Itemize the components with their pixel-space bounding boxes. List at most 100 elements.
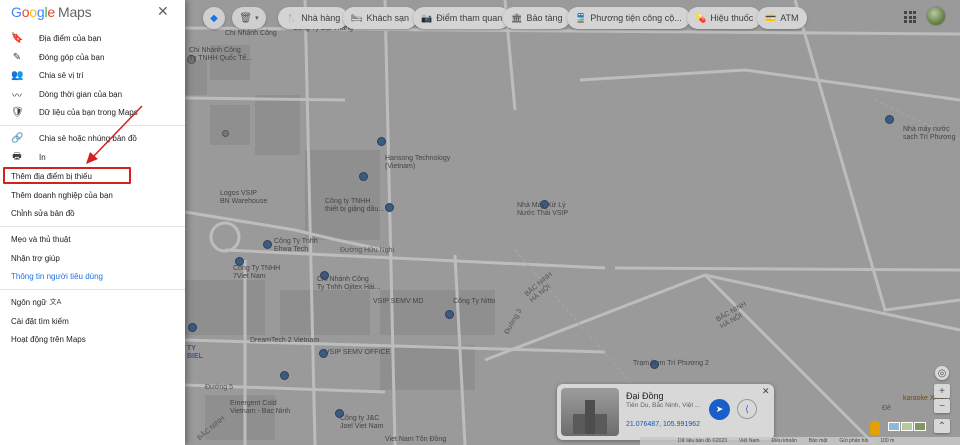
menu-label: In (39, 152, 46, 162)
chip-atm[interactable]: 💳 ATM (757, 7, 807, 29)
pegman-icon[interactable] (870, 421, 880, 435)
print-icon: 🖶 (12, 150, 22, 162)
directions-button[interactable]: ◆ (203, 7, 225, 29)
apps-grid-icon[interactable] (904, 11, 916, 23)
map-label: Chi Nhánh Công Ty TNHH Quốc Tế... (189, 47, 253, 62)
menu-label: Đóng góp của bạn (39, 52, 105, 62)
chip-attractions[interactable]: 📷 Điểm tham quan (413, 7, 511, 29)
map-label: Emergent Cold Vietnam - Bac Ninh (230, 400, 291, 415)
menu-timeline[interactable]: 〰 Dòng thời gian của bạn (0, 85, 185, 103)
zoom-out-button[interactable]: − (934, 399, 950, 413)
logo-maps-text: Maps (58, 4, 92, 20)
sidebar-menu: Google Maps ✕ 🔖 Địa điểm của bạn ✎ Đóng góp… (0, 0, 185, 445)
map-pin-icon[interactable] (222, 130, 229, 137)
close-icon[interactable]: ✕ (762, 386, 770, 397)
map-label: Chi Nhánh Công (225, 30, 277, 37)
map-label: Trạm bơm Trí Phương 2 (633, 360, 709, 367)
transit-icon: 🚆 (575, 12, 587, 23)
scale-label[interactable]: 100 m (880, 438, 894, 444)
map-label: Viet Nam Tôn Đồng (385, 436, 447, 443)
layer-tile[interactable] (901, 422, 913, 431)
map-canvas[interactable]: Chi Nhánh Công Ty TNHH Quốc Tế... Hanson… (185, 0, 960, 445)
expand-icon[interactable]: ⌃ (934, 419, 950, 433)
place-address: Tiên Du, Bắc Ninh, Việt ... (626, 402, 701, 409)
avatar[interactable] (926, 6, 946, 26)
menu-label: Cài đặt tìm kiếm (11, 316, 69, 326)
chip-restaurants[interactable]: 🍴 Nhà hàng (278, 7, 349, 29)
chip-transit[interactable]: 🚆 Phương tiện công cộ... (567, 7, 690, 29)
restaurant-icon: 🍴 (286, 12, 298, 23)
map-label: Hansong Technology (Vietnam) (385, 155, 451, 170)
translate-icon: 文A (49, 299, 62, 306)
footer-feedback-link[interactable]: Gửi phản hồi (839, 438, 868, 444)
place-card[interactable]: Đại Đồng Tiên Du, Bắc Ninh, Việt ... 21.… (557, 384, 774, 440)
google-maps-logo[interactable]: Google Maps (11, 4, 92, 20)
chip-pharmacy[interactable]: 💊 Hiệu thuốc (687, 7, 762, 29)
menu-edit-map[interactable]: Chỉnh sửa bản đồ (0, 204, 185, 222)
map-pin-icon[interactable] (385, 203, 394, 212)
map-label: Logos VSIP BN Warehouse (220, 190, 268, 205)
menu-label: Thông tin người tiêu dùng (11, 271, 103, 281)
hotel-icon: 🛏 (351, 12, 363, 23)
map-pin-icon[interactable] (377, 137, 386, 146)
highlight-box (3, 167, 131, 184)
layers-dropdown[interactable]: 🗑 ▾ (232, 7, 266, 29)
menu-consumer-info[interactable]: Thông tin người tiêu dùng (0, 267, 185, 285)
footer-terms-link[interactable]: Điều khoản (772, 438, 797, 444)
chip-label: Nhà hàng (301, 13, 341, 23)
menu-contributions[interactable]: ✎ Đóng góp của bạn (0, 48, 185, 66)
trash-icon: 🗑 (239, 12, 253, 24)
chip-museums[interactable]: 🏛 Bảo tàng (503, 7, 571, 29)
map-pin-icon[interactable] (188, 323, 197, 332)
menu-add-business[interactable]: Thêm doanh nghiệp của bạn (0, 186, 185, 204)
data-shield-icon: 🛡 (11, 106, 24, 118)
chip-label: Điểm tham quan (436, 13, 503, 23)
layer-tile[interactable] (914, 422, 926, 431)
menu-location-sharing[interactable]: 👥 Chia sẻ vị trí (0, 66, 185, 84)
map-label: Chi Nhánh Công Ty Tnhh Ojitex Hải... (317, 276, 381, 291)
chip-label: Bảo tàng (526, 13, 563, 23)
menu-your-places[interactable]: 🔖 Địa điểm của bạn (0, 29, 185, 47)
layer-tiles[interactable] (888, 422, 926, 431)
pharmacy-icon: 💊 (695, 12, 707, 23)
layer-tile[interactable] (888, 422, 900, 431)
map-pin-icon[interactable] (359, 172, 368, 181)
link-icon: 🔗 (11, 132, 24, 144)
chip-hotels[interactable]: 🛏 Khách sạn (343, 7, 417, 29)
place-coordinates[interactable]: 21.076487, 105.991962 (626, 421, 700, 428)
map-pin-icon[interactable] (280, 371, 289, 380)
divider (0, 125, 185, 126)
map-label: Công ty TNHH thiết bị giặng dầu... (325, 198, 385, 213)
map-label: Công Ty Nitto (453, 298, 496, 305)
chip-label: Hiệu thuốc (710, 13, 754, 23)
menu-maps-activity[interactable]: Hoạt động trên Maps (0, 330, 185, 348)
zoom-in-button[interactable]: + (934, 384, 950, 398)
directions-icon: ◆ (210, 12, 218, 24)
map-label: VSIP SEMV OFFICE (325, 349, 391, 356)
map-pin-icon[interactable] (263, 240, 272, 249)
map-pin-icon[interactable] (445, 310, 454, 319)
chip-label: ATM (780, 13, 799, 23)
menu-print[interactable]: 🖶 In (0, 148, 185, 166)
close-icon[interactable]: ✕ (157, 3, 169, 20)
menu-search-settings[interactable]: Cài đặt tìm kiếm (0, 312, 185, 330)
place-title: Đại Đồng (626, 391, 664, 401)
my-location-icon[interactable]: ◎ (935, 366, 949, 380)
share-icon[interactable]: ⟨ (737, 399, 757, 419)
menu-share-embed[interactable]: 🔗 Chia sẻ hoặc nhúng bản đồ (0, 129, 185, 147)
footer-region[interactable]: Việt Nam (739, 438, 759, 444)
menu-language[interactable]: Ngôn ngữ 文A (0, 293, 185, 311)
map-pin-icon[interactable] (885, 115, 894, 124)
menu-label: Mẹo và thủ thuật (11, 234, 71, 244)
menu-your-data[interactable]: 🛡 Dữ liệu của bạn trong Maps (0, 103, 185, 121)
menu-tips[interactable]: Mẹo và thủ thuật (0, 230, 185, 248)
atm-icon: 💳 (765, 12, 777, 23)
contribute-icon: ✎ (12, 51, 22, 63)
footer-privacy-link[interactable]: Bảo mật (809, 438, 828, 444)
divider (0, 289, 185, 290)
directions-icon[interactable]: ➤ (709, 399, 730, 420)
menu-help[interactable]: Nhận trợ giúp (0, 249, 185, 267)
menu-label: Chỉnh sửa bản đồ (11, 208, 75, 218)
place-photo[interactable] (561, 388, 619, 436)
share-location-icon: 👥 (11, 69, 24, 81)
